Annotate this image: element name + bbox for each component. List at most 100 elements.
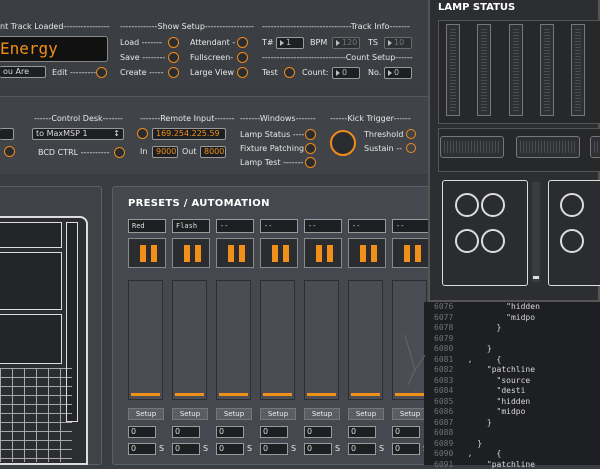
preset-setup-button[interactable]: Setup [304,408,340,420]
remote-input-button[interactable] [137,128,148,139]
fullscreen-button[interactable] [237,52,248,63]
edit-button[interactable] [96,67,107,78]
lamp-knob[interactable] [560,193,584,217]
preset-name-field[interactable]: -- [304,219,342,233]
preset-name-field[interactable]: -- [260,219,298,233]
line-number: 6078 [434,323,454,332]
preset-value-2[interactable]: 0 [260,443,288,455]
preset-name-field[interactable]: -- [216,219,254,233]
large-view-label: Large View [190,68,235,77]
lamp-knob[interactable] [481,229,505,253]
lamp-test-button[interactable] [305,157,316,168]
pause-button[interactable] [216,238,254,268]
track-number-field[interactable]: 1 [276,37,304,49]
lamp-strip-segments [481,29,487,111]
preset-fader[interactable] [260,280,295,400]
preset-setup-button[interactable]: Setup [216,408,252,420]
lamp-strip [540,24,554,116]
preset-fader[interactable] [172,280,207,400]
bcd-ctrl-button[interactable] [114,147,125,158]
attendant-button[interactable] [237,37,248,48]
lamp-bar [590,136,600,158]
preset-value-1[interactable]: 0 [128,426,156,438]
preset-setup-button[interactable]: Setup [348,408,384,420]
preset-value-2[interactable]: 0 [392,443,420,455]
preset-value-2[interactable]: 0 [172,443,200,455]
artist-field[interactable]: ou Are [0,66,46,78]
pause-button[interactable] [348,238,386,268]
pause-button[interactable] [304,238,342,268]
preset-value-1[interactable]: 0 [216,426,244,438]
preset-fader[interactable] [304,280,339,400]
line-number: 6089 [434,438,454,448]
code-editor[interactable]: 6076 "hidden 6077 "midpo 6078 } 6079 6080 } 6… [424,302,600,469]
pause-button[interactable] [172,238,210,268]
preset-name-field[interactable]: -- [348,219,386,233]
ts-field[interactable]: 10 [384,37,412,49]
large-view-button[interactable] [237,67,248,78]
sustain-label: Sustain -- [364,144,402,153]
left-button[interactable] [4,146,15,157]
device-keypad[interactable] [0,368,72,462]
save-button[interactable] [168,52,179,63]
count-field[interactable]: 0 [332,67,360,79]
lamp-knob[interactable] [455,229,479,253]
preset-fader[interactable] [216,280,251,400]
pause-button[interactable] [260,238,298,268]
preset-setup-button[interactable]: Setup [260,408,296,420]
fader-level [307,393,336,396]
code-line: "midpo [458,407,526,416]
control-desk-device-select[interactable]: to MaxMSP 1 ↕ [32,128,124,140]
left-select[interactable] [0,128,14,140]
pause-icon [404,245,410,262]
kick-trigger-button[interactable] [330,130,356,156]
remote-ip-field[interactable]: 169.254.225.59 [152,128,226,140]
lamp-knob[interactable] [455,193,479,217]
preset-value-1[interactable]: 0 [172,426,200,438]
preset-fader[interactable] [128,280,163,400]
preset-s-label: S [291,444,297,453]
preset-setup-button[interactable]: Setup [172,408,208,420]
preset-name-field[interactable]: -- [392,219,430,233]
code-line: , { [458,449,502,458]
threshold-dial[interactable] [406,129,416,139]
line-number: 6088 [434,428,454,437]
preset-value-2[interactable]: 0 [348,443,376,455]
bpm-field[interactable]: 120 [332,37,360,49]
ts-label: TS [368,38,378,47]
track-loaded-header: nt Track Loaded---------------- [0,22,110,31]
preset-value-1[interactable]: 0 [392,426,420,438]
preset-fader[interactable] [348,280,383,400]
in-port-field[interactable]: 9000 [152,146,178,158]
preset-value-2[interactable]: 0 [216,443,244,455]
lamp-knob[interactable] [481,193,505,217]
preset-name-field[interactable]: Flash [172,219,210,233]
line-number: 6080 [434,344,454,353]
create-button[interactable] [168,67,179,78]
lamp-status-button[interactable] [305,129,316,140]
pause-icon [195,245,201,262]
test-button[interactable] [284,67,295,78]
fullscreen-label: Fullscreen- [190,53,234,62]
preset-value-1[interactable]: 0 [260,426,288,438]
preset-value-2[interactable]: 0 [128,443,156,455]
preset-name-field[interactable]: Red [128,219,166,233]
no-field[interactable]: 0 [384,67,412,79]
lamp-knob[interactable] [560,229,584,253]
preset-value-1[interactable]: 0 [348,426,376,438]
threshold-label: Threshold [364,130,404,139]
out-port-field[interactable]: 8000 [200,146,226,158]
preset-setup-button[interactable]: Setup [392,408,428,420]
pause-button[interactable] [128,238,166,268]
line-number: 6086 [434,407,454,416]
preset-value-2[interactable]: 0 [304,443,332,455]
fixture-patching-button[interactable] [305,143,316,154]
pause-button[interactable] [392,238,430,268]
sustain-dial[interactable] [406,143,416,153]
line-number: 6081 [434,354,454,364]
lamp-fader-slot[interactable] [532,182,540,282]
preset-value-1[interactable]: 0 [304,426,332,438]
pause-icon [239,245,245,262]
load-button[interactable] [168,37,179,48]
preset-setup-button[interactable]: Setup [128,408,164,420]
